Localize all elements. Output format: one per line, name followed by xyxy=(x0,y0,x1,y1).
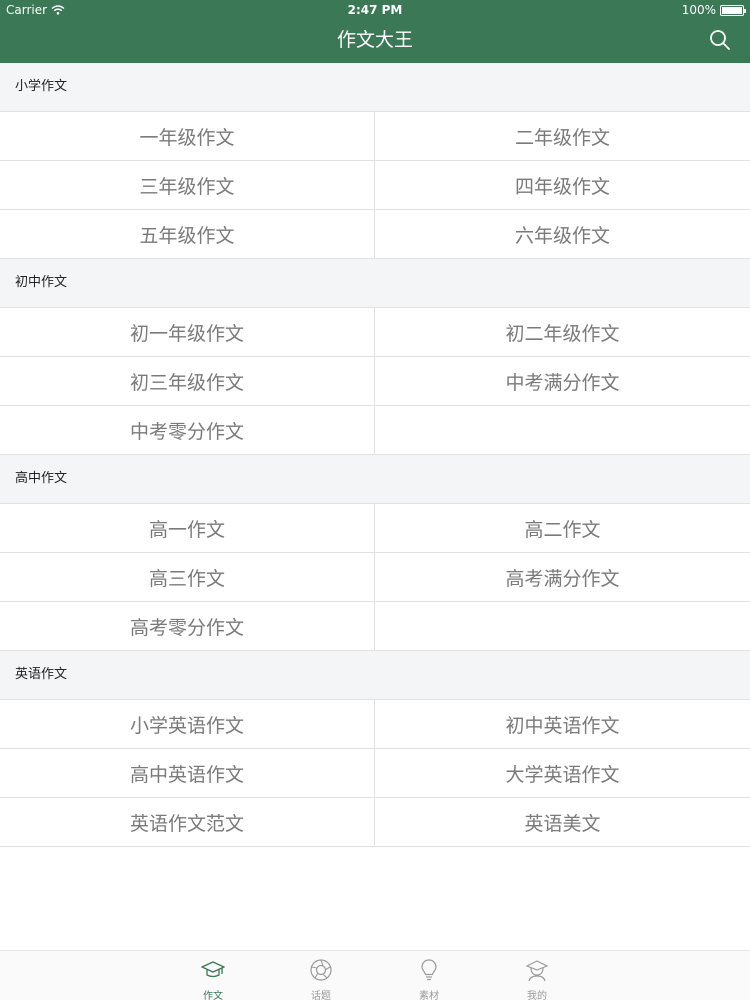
category-item[interactable]: 初中英语作文 xyxy=(375,700,750,749)
category-item[interactable]: 初三年级作文 xyxy=(0,357,375,406)
tab-label: 我的 xyxy=(527,991,547,1000)
category-item[interactable]: 五年级作文 xyxy=(0,210,375,259)
lightbulb-icon xyxy=(421,959,437,981)
category-item[interactable]: 中考零分作文 xyxy=(0,406,375,455)
section-header: 英语作文 xyxy=(0,651,750,700)
category-item[interactable]: 二年级作文 xyxy=(375,112,750,161)
category-item[interactable]: 大学英语作文 xyxy=(375,749,750,798)
category-item[interactable]: 高考满分作文 xyxy=(375,553,750,602)
status-time: 2:47 PM xyxy=(347,3,403,17)
tab-profile[interactable]: 我的 xyxy=(502,951,572,1000)
page-title: 作文大王 xyxy=(336,29,413,51)
nav-bar: 作文大王 xyxy=(0,20,750,63)
category-grid: 小学英语作文 初中英语作文 高中英语作文 大学英语作文 英语作文范文 英语美文 xyxy=(0,700,750,847)
category-item[interactable]: 一年级作文 xyxy=(0,112,375,161)
category-item[interactable]: 高三作文 xyxy=(0,553,375,602)
category-item[interactable]: 中考满分作文 xyxy=(375,357,750,406)
tab-label: 话题 xyxy=(311,991,331,1000)
category-item[interactable]: 高考零分作文 xyxy=(0,602,375,651)
category-item[interactable]: 三年级作文 xyxy=(0,161,375,210)
category-item[interactable]: 英语美文 xyxy=(375,798,750,847)
tab-essay[interactable]: 作文 xyxy=(178,951,248,1000)
graduation-cap-icon xyxy=(201,961,225,978)
category-item[interactable]: 高二作文 xyxy=(375,504,750,553)
category-list: 小学作文 一年级作文 二年级作文 三年级作文 四年级作文 五年级作文 六年级作文 初中作文 初一… xyxy=(0,63,750,847)
category-item[interactable]: 高中英语作文 xyxy=(0,749,375,798)
battery-percent: 100% xyxy=(681,3,716,17)
tab-label: 素材 xyxy=(419,991,439,1000)
user-icon xyxy=(525,960,549,982)
empty-cell xyxy=(375,602,750,651)
section-header: 小学作文 xyxy=(0,63,750,112)
category-item[interactable]: 高一作文 xyxy=(0,504,375,553)
category-item[interactable]: 六年级作文 xyxy=(375,210,750,259)
app-root: Carrier 2:47 PM 100% 作文大王 小学作文 一年级作文 二年级作文… xyxy=(0,0,750,1000)
category-grid: 一年级作文 二年级作文 三年级作文 四年级作文 五年级作文 六年级作文 xyxy=(0,112,750,259)
category-item[interactable]: 英语作文范文 xyxy=(0,798,375,847)
tab-topics[interactable]: 话题 xyxy=(286,951,356,1000)
status-right: 100% xyxy=(681,0,746,20)
category-item[interactable]: 小学英语作文 xyxy=(0,700,375,749)
tab-label: 作文 xyxy=(203,991,223,1000)
category-item[interactable]: 初一年级作文 xyxy=(0,308,375,357)
category-grid: 高一作文 高二作文 高三作文 高考满分作文 高考零分作文 xyxy=(0,504,750,651)
tab-materials[interactable]: 素材 xyxy=(394,951,464,1000)
empty-cell xyxy=(375,406,750,455)
section-header: 初中作文 xyxy=(0,259,750,308)
header: Carrier 2:47 PM 100% 作文大王 xyxy=(0,0,750,63)
section-header: 高中作文 xyxy=(0,455,750,504)
aperture-icon xyxy=(310,959,332,981)
category-item[interactable]: 四年级作文 xyxy=(375,161,750,210)
tab-bar: 作文 话题 素材 我的 xyxy=(0,950,750,1000)
search-icon[interactable] xyxy=(708,28,732,52)
status-bar: Carrier 2:47 PM 100% xyxy=(0,0,750,20)
battery-icon xyxy=(720,4,746,16)
category-item[interactable]: 初二年级作文 xyxy=(375,308,750,357)
category-grid: 初一年级作文 初二年级作文 初三年级作文 中考满分作文 中考零分作文 xyxy=(0,308,750,455)
